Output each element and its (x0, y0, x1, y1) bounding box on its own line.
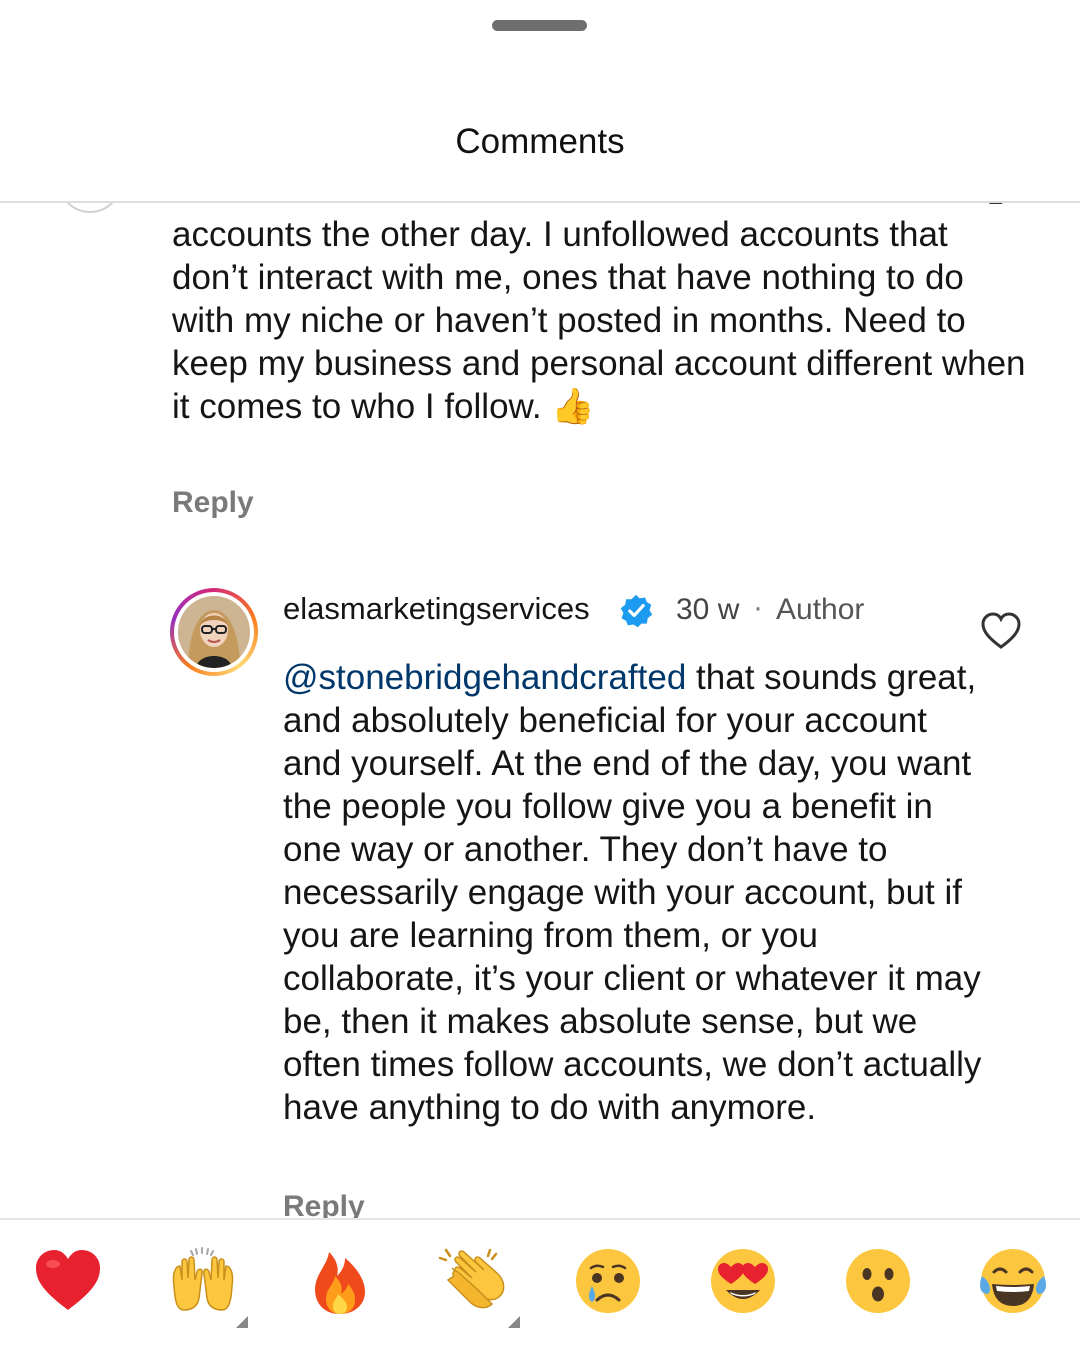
avatar[interactable] (170, 588, 258, 676)
comment-timestamp: 30 w (676, 593, 740, 626)
comments-sheet: Comments 2 accounts the other day. I unf… (0, 0, 1080, 1349)
comment-text: @stonebridgehandcrafted that sounds grea… (283, 656, 983, 1129)
emoji-reaction-bar (0, 1220, 1080, 1349)
previous-like-count: 2 (988, 203, 1004, 211)
page-title: Comments (455, 122, 625, 161)
avatar-photo (178, 596, 250, 668)
verified-badge-icon (620, 594, 653, 628)
mention-link[interactable]: @stonebridgehandcrafted (283, 658, 686, 697)
heart-eyes-icon[interactable] (708, 1246, 778, 1316)
previous-commenter-avatar[interactable] (58, 203, 122, 213)
author-badge: Author (776, 593, 865, 626)
surprised-face-icon[interactable] (843, 1246, 913, 1316)
skin-tone-indicator (236, 1316, 248, 1328)
clapping-hands-icon[interactable] (438, 1246, 508, 1316)
heart-outline-icon[interactable] (980, 611, 1022, 651)
skin-tone-indicator-2 (508, 1316, 520, 1328)
fire-icon[interactable] (305, 1246, 375, 1316)
red-heart-icon[interactable] (33, 1246, 103, 1316)
raising-hands-icon[interactable] (168, 1246, 238, 1316)
comment-body: that sounds great, and absolutely benefi… (283, 658, 982, 1127)
comment-username[interactable]: elasmarketingservices (283, 591, 590, 627)
previous-comment-text: accounts the other day. I unfollowed acc… (172, 215, 1026, 426)
tears-of-joy-icon[interactable] (978, 1246, 1048, 1316)
crying-face-icon[interactable] (573, 1246, 643, 1316)
meta-separator: · (753, 591, 763, 624)
reply-button[interactable]: Reply (283, 1190, 365, 1218)
previous-reply-button[interactable]: Reply (172, 486, 254, 520)
drag-handle[interactable] (492, 20, 587, 31)
comments-list[interactable]: 2 accounts the other day. I unfollowed a… (0, 203, 1080, 1218)
